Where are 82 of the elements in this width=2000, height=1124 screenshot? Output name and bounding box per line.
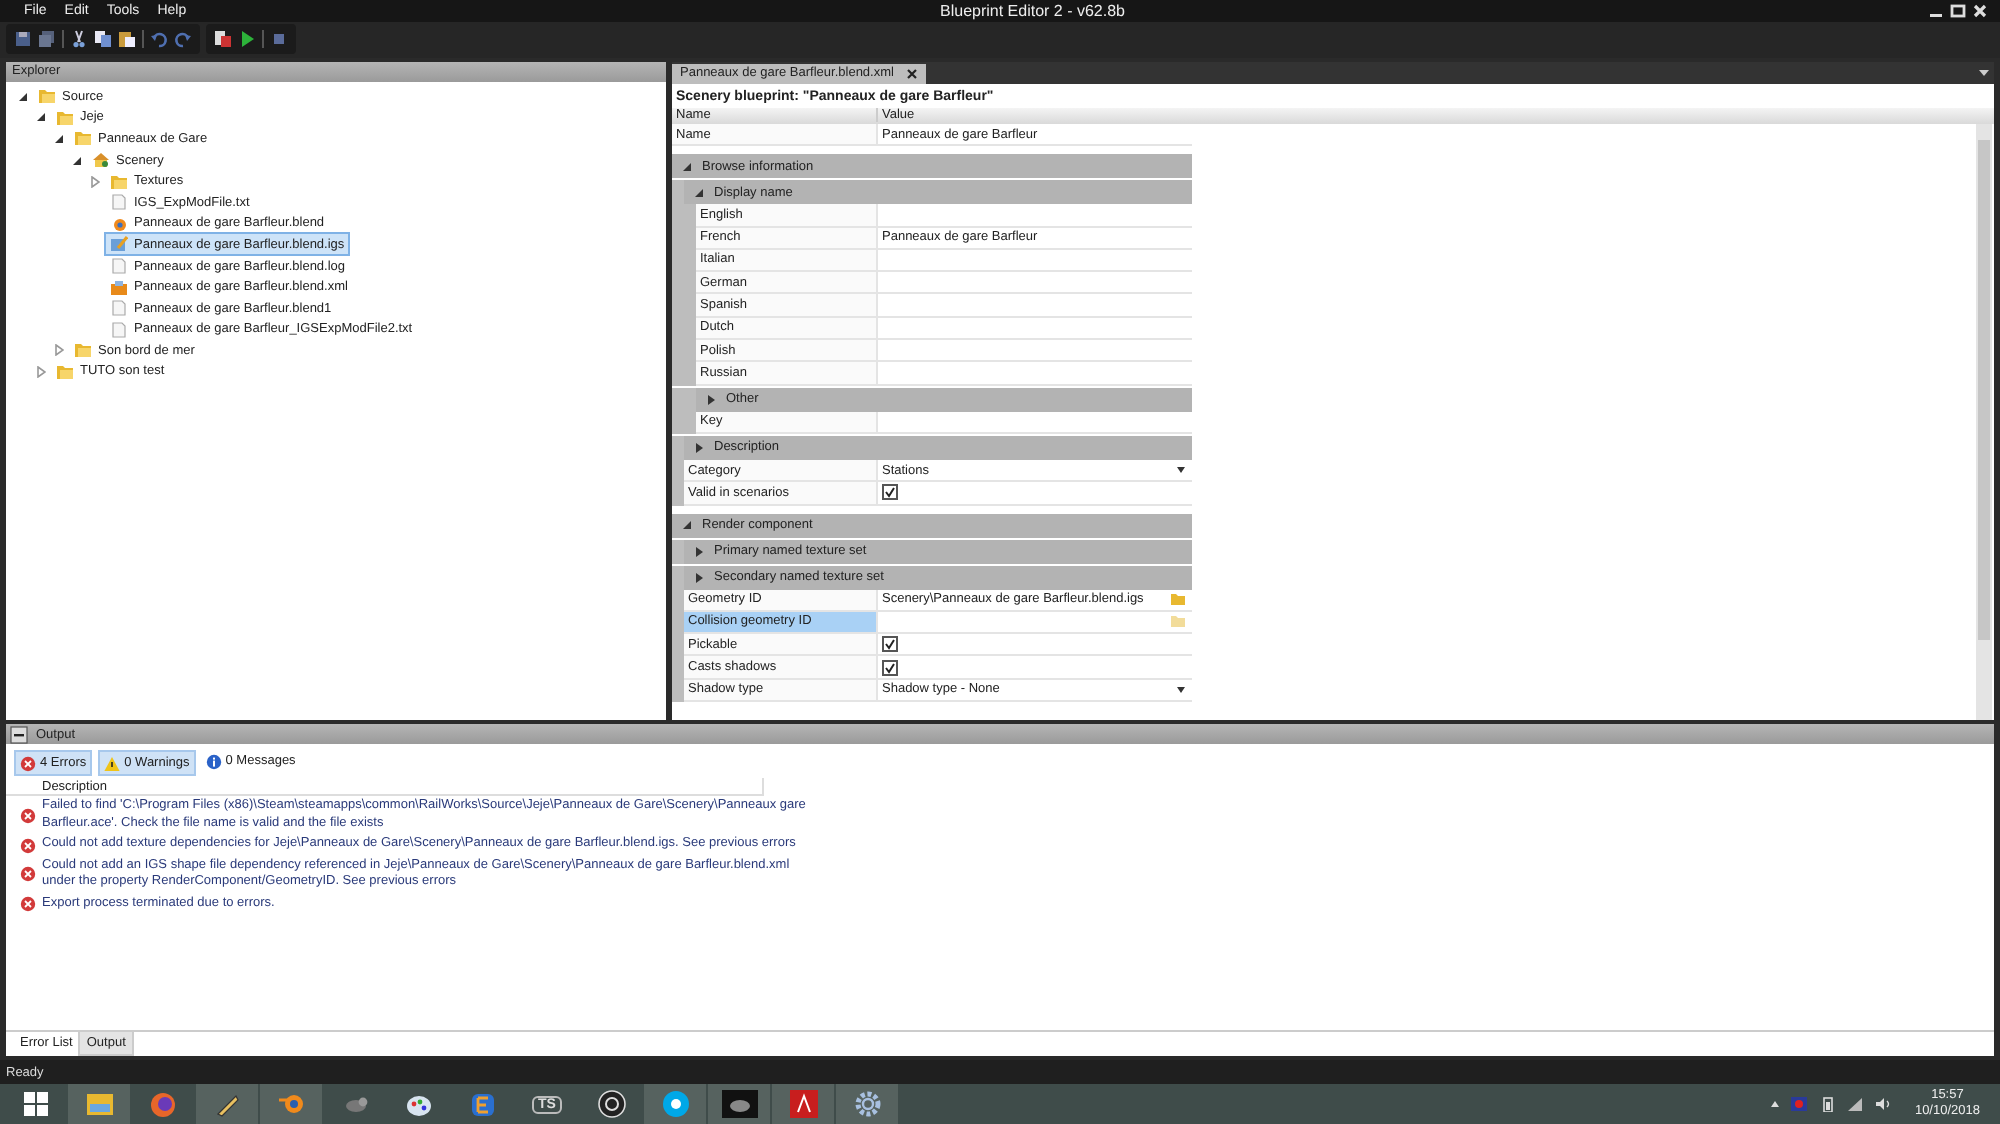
maximize-icon[interactable]: [1950, 3, 1966, 18]
pen-icon[interactable]: [214, 1091, 240, 1118]
expanded-arrow-icon[interactable]: [72, 155, 82, 166]
value-cell[interactable]: [876, 272, 1192, 295]
collapsed-arrow-icon[interactable]: [54, 344, 64, 357]
value-cell[interactable]: [876, 340, 1192, 363]
globe-icon[interactable]: [150, 1091, 176, 1118]
expanded-arrow-icon[interactable]: [18, 91, 28, 102]
collapsed-arrow-icon[interactable]: [706, 393, 716, 406]
checkbox[interactable]: [882, 659, 898, 676]
gear-icon[interactable]: [853, 1090, 881, 1119]
error-icon: [20, 837, 36, 854]
caret-icon[interactable]: [1770, 1100, 1781, 1109]
dropdown-caret-icon[interactable]: [1176, 685, 1186, 694]
window-title: Blueprint Editor 2 - v62.8b: [940, 2, 1125, 20]
collapsed-arrow-icon[interactable]: [36, 365, 46, 378]
value-cell[interactable]: [876, 294, 1192, 318]
house-icon: [92, 152, 110, 169]
scissors-icon[interactable]: [70, 30, 88, 49]
folder-icon: [74, 130, 92, 147]
value-cell[interactable]: [876, 611, 1192, 635]
package-icon: [110, 279, 128, 296]
indent-gutter: [672, 362, 696, 386]
signal-icon[interactable]: [1846, 1096, 1865, 1113]
folder-icon: [56, 109, 74, 126]
export-icon[interactable]: [214, 30, 232, 49]
caret-icon[interactable]: [1978, 67, 1990, 78]
ring-icon[interactable]: [277, 1092, 305, 1117]
stop-icon[interactable]: [270, 30, 288, 49]
error-icon: [20, 755, 36, 772]
error-icon: [20, 807, 36, 824]
value-cell[interactable]: [876, 204, 1192, 228]
ring-icon: [110, 215, 128, 232]
collapsed-arrow-icon[interactable]: [694, 545, 704, 558]
stylized-e-icon[interactable]: [470, 1091, 496, 1118]
folder-icon[interactable]: [85, 1092, 113, 1117]
collapsed-arrow-icon[interactable]: [90, 175, 100, 188]
palette-icon[interactable]: [406, 1091, 432, 1118]
shape-file-icon: [110, 236, 128, 253]
copy-icon[interactable]: [94, 30, 112, 49]
windows-logo-icon[interactable]: [24, 1092, 48, 1117]
undo-icon[interactable]: [150, 30, 168, 49]
expanded-arrow-icon[interactable]: [682, 520, 692, 531]
scroll-bar[interactable]: [1976, 123, 1992, 721]
warning-icon: [104, 755, 121, 772]
collapsed-arrow-icon[interactable]: [694, 441, 704, 454]
info-icon: [205, 753, 222, 770]
file-icon: [110, 194, 128, 211]
battery-icon[interactable]: [1818, 1096, 1837, 1113]
error-icon: [20, 896, 36, 913]
document-icon[interactable]: [789, 1090, 817, 1119]
value-cell[interactable]: [876, 317, 1192, 341]
checkbox[interactable]: [882, 636, 898, 653]
dropdown-caret-icon[interactable]: [1176, 466, 1186, 475]
collapsed-arrow-icon[interactable]: [694, 571, 704, 584]
indent-gutter: [672, 387, 696, 412]
collapse-icon[interactable]: [10, 725, 28, 744]
value-cell[interactable]: [876, 249, 1192, 273]
expanded-arrow-icon[interactable]: [54, 133, 64, 144]
folder-icon: [74, 342, 92, 359]
close-icon[interactable]: [905, 67, 918, 80]
redo-icon[interactable]: [174, 30, 192, 49]
speaker-icon[interactable]: [1874, 1096, 1893, 1113]
folder-icon: [38, 88, 56, 105]
value-cell[interactable]: [876, 656, 1192, 680]
value-cell[interactable]: [876, 482, 1192, 506]
folder-icon: [110, 173, 128, 190]
play-icon[interactable]: [238, 30, 256, 49]
paste-icon[interactable]: [118, 30, 136, 49]
error-icon: [20, 866, 36, 883]
checkbox[interactable]: [882, 484, 898, 501]
expanded-arrow-icon[interactable]: [36, 112, 46, 123]
disc-icon[interactable]: [597, 1090, 625, 1119]
value-cell[interactable]: [876, 411, 1192, 434]
save-all-icon[interactable]: [38, 30, 56, 49]
value-cell[interactable]: [876, 362, 1192, 386]
save-icon[interactable]: [14, 30, 32, 49]
value-cell[interactable]: [876, 634, 1192, 657]
expanded-arrow-icon[interactable]: [682, 161, 692, 172]
folder-icon: [56, 363, 74, 380]
chat-icon[interactable]: [661, 1090, 689, 1119]
expanded-arrow-icon[interactable]: [694, 187, 704, 198]
